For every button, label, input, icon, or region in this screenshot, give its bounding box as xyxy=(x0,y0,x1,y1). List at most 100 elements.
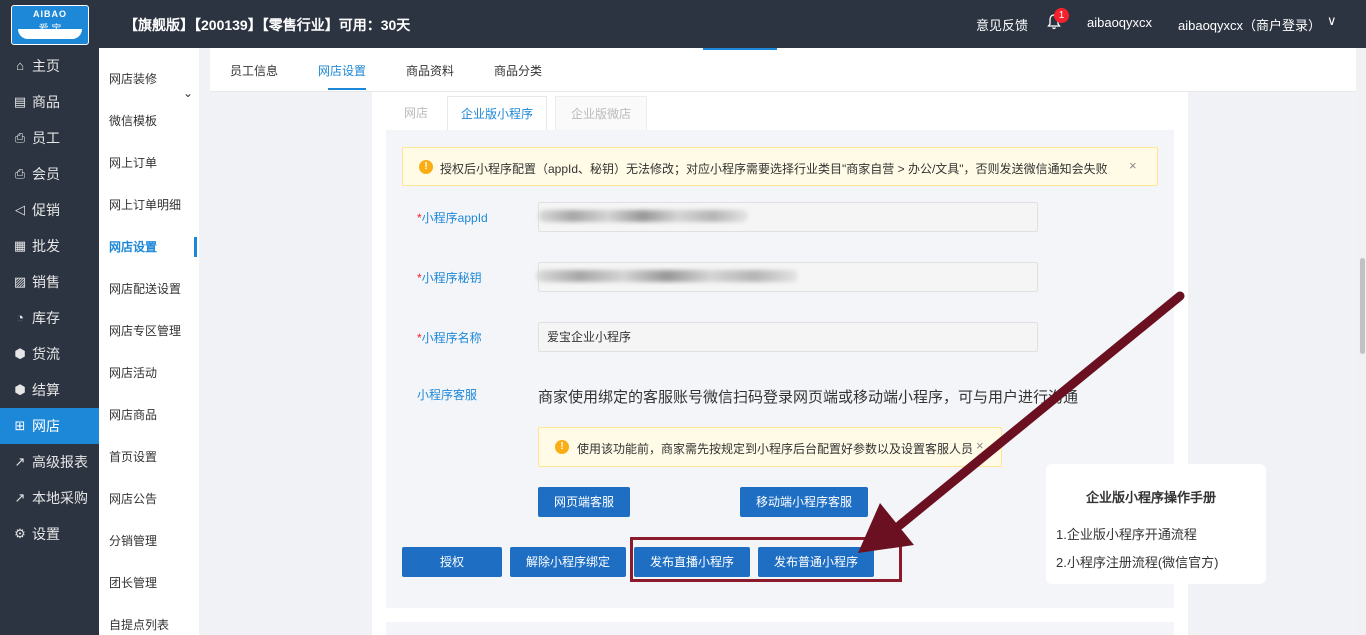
warning-icon: ! xyxy=(419,160,433,174)
sidebar-item-label: 结算 xyxy=(32,382,60,398)
manual-link-register[interactable]: 2.小程序注册流程(微信官方) xyxy=(1056,552,1219,571)
menu-icon: ⌂ xyxy=(16,58,24,73)
user-name[interactable]: aibaoqyxcx xyxy=(1087,15,1152,30)
secret-label: *小程序秘钥 xyxy=(417,269,482,286)
sidebar-item-label: 主页 xyxy=(32,58,60,74)
sidebar-item-2[interactable]: ⎙ 员工 xyxy=(0,120,99,156)
secret-redacted xyxy=(536,270,798,282)
subnav-item-label: 团长管理 xyxy=(109,576,158,590)
sidebar-item-8[interactable]: ⬢ 货流 xyxy=(0,336,99,372)
main-sidebar: ⌂ 主页 ▤ 商品 ⎙ 员工 ⎙ 会员 ◁ 促销 ▦ 批发 ▨ 销售 ◔ 库存 ⬢ 货流 ⬢ 结算 ⊞ 网店 ↗ 高级报表 ↗ 本… xyxy=(0,48,99,635)
subnav-item-9[interactable]: 首页设置 xyxy=(99,436,199,478)
sub-sidebar: 网店装修 ⌄ 微信模板 网上订单 网上订单明细 网店设置 网店配送设置 网店专区管理 网店活动网… xyxy=(99,48,199,635)
sidebar-item-3[interactable]: ⎙ 会员 xyxy=(0,156,99,192)
subnav-item-label: 网上订单明细 xyxy=(109,198,182,212)
subtab-micro-store[interactable]: 企业版微店 xyxy=(555,96,647,130)
sidebar-item-label: 会员 xyxy=(32,166,60,182)
sidebar-item-label: 员工 xyxy=(32,130,60,146)
tab-staff-info[interactable]: 员工信息 xyxy=(230,62,278,79)
service-warning: ! 使用该功能前，商家需先按规定到小程序后台配置好参数以及设置客服人员 × xyxy=(538,427,1002,467)
menu-icon: ◔ xyxy=(16,310,24,325)
subnav-item-6[interactable]: 网店专区管理 xyxy=(99,310,199,352)
sidebar-item-label: 库存 xyxy=(32,310,60,326)
menu-icon: ⬢ xyxy=(14,346,26,361)
subnav-item-2[interactable]: 网上订单 xyxy=(99,142,199,184)
web-service-button[interactable]: 网页端客服 xyxy=(538,487,630,517)
brand-logo[interactable]: AIBAO 爱 宝 xyxy=(11,5,89,45)
menu-icon: ↗ xyxy=(14,490,26,505)
tab-underline xyxy=(328,88,366,90)
authorize-button[interactable]: 授权 xyxy=(402,547,502,577)
sidebar-item-0[interactable]: ⌂ 主页 xyxy=(0,48,99,84)
subnav-item-10[interactable]: 网店公告 xyxy=(99,478,199,520)
subnav-item-0[interactable]: 网店装修 ⌄ xyxy=(99,58,199,100)
menu-icon: ⎙ xyxy=(14,130,26,145)
sidebar-item-10[interactable]: ⊞ 网店 xyxy=(0,408,99,444)
subnav-item-1[interactable]: 微信模板 xyxy=(99,100,199,142)
sidebar-item-label: 设置 xyxy=(32,526,60,542)
tab-shop-settings[interactable]: 网店设置 xyxy=(318,62,366,79)
subnav-item-label: 分销管理 xyxy=(109,534,158,548)
service-description: 商家使用绑定的客服账号微信扫码登录网页端或移动端小程序，可与用户进行沟通 xyxy=(538,389,1079,406)
subnav-item-7[interactable]: 网店活动 xyxy=(99,352,199,394)
sidebar-item-4[interactable]: ◁ 促销 xyxy=(0,192,99,228)
subnav-item-label: 网店商品 xyxy=(109,408,158,422)
tab-product-info[interactable]: 商品资料 xyxy=(406,62,454,79)
subnav-item-12[interactable]: 团长管理 xyxy=(99,562,199,604)
appid-label: *小程序appId xyxy=(417,209,488,226)
subnav-item-3[interactable]: 网上订单明细 xyxy=(99,184,199,226)
menu-icon: ▦ xyxy=(13,238,27,253)
manual-link-open[interactable]: 1.企业版小程序开通流程 xyxy=(1056,524,1197,543)
sidebar-item-12[interactable]: ↗ 本地采购 xyxy=(0,480,99,516)
tab-active-marker xyxy=(703,48,777,50)
unbind-button[interactable]: 解除小程序绑定 xyxy=(510,547,626,577)
close-icon[interactable]: × xyxy=(1129,158,1137,173)
name-input[interactable]: 爱宝企业小程序 xyxy=(538,322,1038,352)
name-label: *小程序名称 xyxy=(417,329,482,346)
sidebar-item-13[interactable]: ⚙ 设置 xyxy=(0,516,99,552)
subnav-item-11[interactable]: 分销管理 xyxy=(99,520,199,562)
subnav-item-label: 微信模板 xyxy=(109,114,158,128)
subtab-shop[interactable]: 网店 xyxy=(386,96,446,130)
name-label-text: 小程序名称 xyxy=(421,331,482,345)
warning-icon: ! xyxy=(555,440,569,454)
sidebar-item-label: 商品 xyxy=(32,94,60,110)
close-icon[interactable]: × xyxy=(976,438,984,453)
menu-icon: ⊞ xyxy=(14,418,26,433)
menu-icon: ⎙ xyxy=(14,166,26,181)
scrollbar-thumb[interactable] xyxy=(1360,258,1365,354)
sidebar-item-1[interactable]: ▤ 商品 xyxy=(0,84,99,120)
sidebar-item-9[interactable]: ⬢ 结算 xyxy=(0,372,99,408)
sidebar-item-11[interactable]: ↗ 高级报表 xyxy=(0,444,99,480)
feedback-link[interactable]: 意见反馈 xyxy=(976,15,1028,34)
menu-icon: ▨ xyxy=(13,274,27,289)
subnav-item-label: 网店装修 xyxy=(109,72,158,86)
subnav-item-13[interactable]: 自提点列表 xyxy=(99,604,199,635)
appid-label-text: 小程序appId xyxy=(421,211,488,225)
chevron-down-icon[interactable]: ∨ xyxy=(1327,13,1337,29)
mobile-service-button[interactable]: 移动端小程序客服 xyxy=(740,487,868,517)
sidebar-item-7[interactable]: ◔ 库存 xyxy=(0,300,99,336)
menu-icon: ▤ xyxy=(13,94,27,109)
tab-product-category[interactable]: 商品分类 xyxy=(494,62,542,79)
subnav-item-5[interactable]: 网店配送设置 xyxy=(99,268,199,310)
sidebar-item-6[interactable]: ▨ 销售 xyxy=(0,264,99,300)
manual-card: 企业版小程序操作手册 1.企业版小程序开通流程 2.小程序注册流程(微信官方) xyxy=(1046,464,1266,584)
menu-icon: ↗ xyxy=(14,454,26,469)
config-warning: ! 授权后小程序配置（appId、秘钥）无法修改；对应小程序需要选择行业类目"商… xyxy=(402,147,1158,186)
sidebar-item-5[interactable]: ▦ 批发 xyxy=(0,228,99,264)
menu-icon: ⚙ xyxy=(14,526,26,541)
subnav-item-4[interactable]: 网店设置 xyxy=(99,226,199,268)
account-menu[interactable]: aibaoqyxcx（商户登录） xyxy=(1178,15,1321,34)
top-tabs: 员工信息 网店设置 商品资料 商品分类 xyxy=(210,48,1356,92)
sidebar-item-label: 本地采购 xyxy=(32,490,88,506)
logo-text: AIBAO xyxy=(33,9,67,19)
subtab-mini-program[interactable]: 企业版小程序 xyxy=(447,96,547,130)
sidebar-item-label: 销售 xyxy=(32,274,60,290)
subnav-item-8[interactable]: 网店商品 xyxy=(99,394,199,436)
logo-wave xyxy=(18,29,82,39)
service-label: 小程序客服 xyxy=(417,388,478,402)
sidebar-item-label: 高级报表 xyxy=(32,454,88,470)
subnav-item-label: 网上订单 xyxy=(109,156,158,170)
sidebar-item-label: 促销 xyxy=(32,202,60,218)
